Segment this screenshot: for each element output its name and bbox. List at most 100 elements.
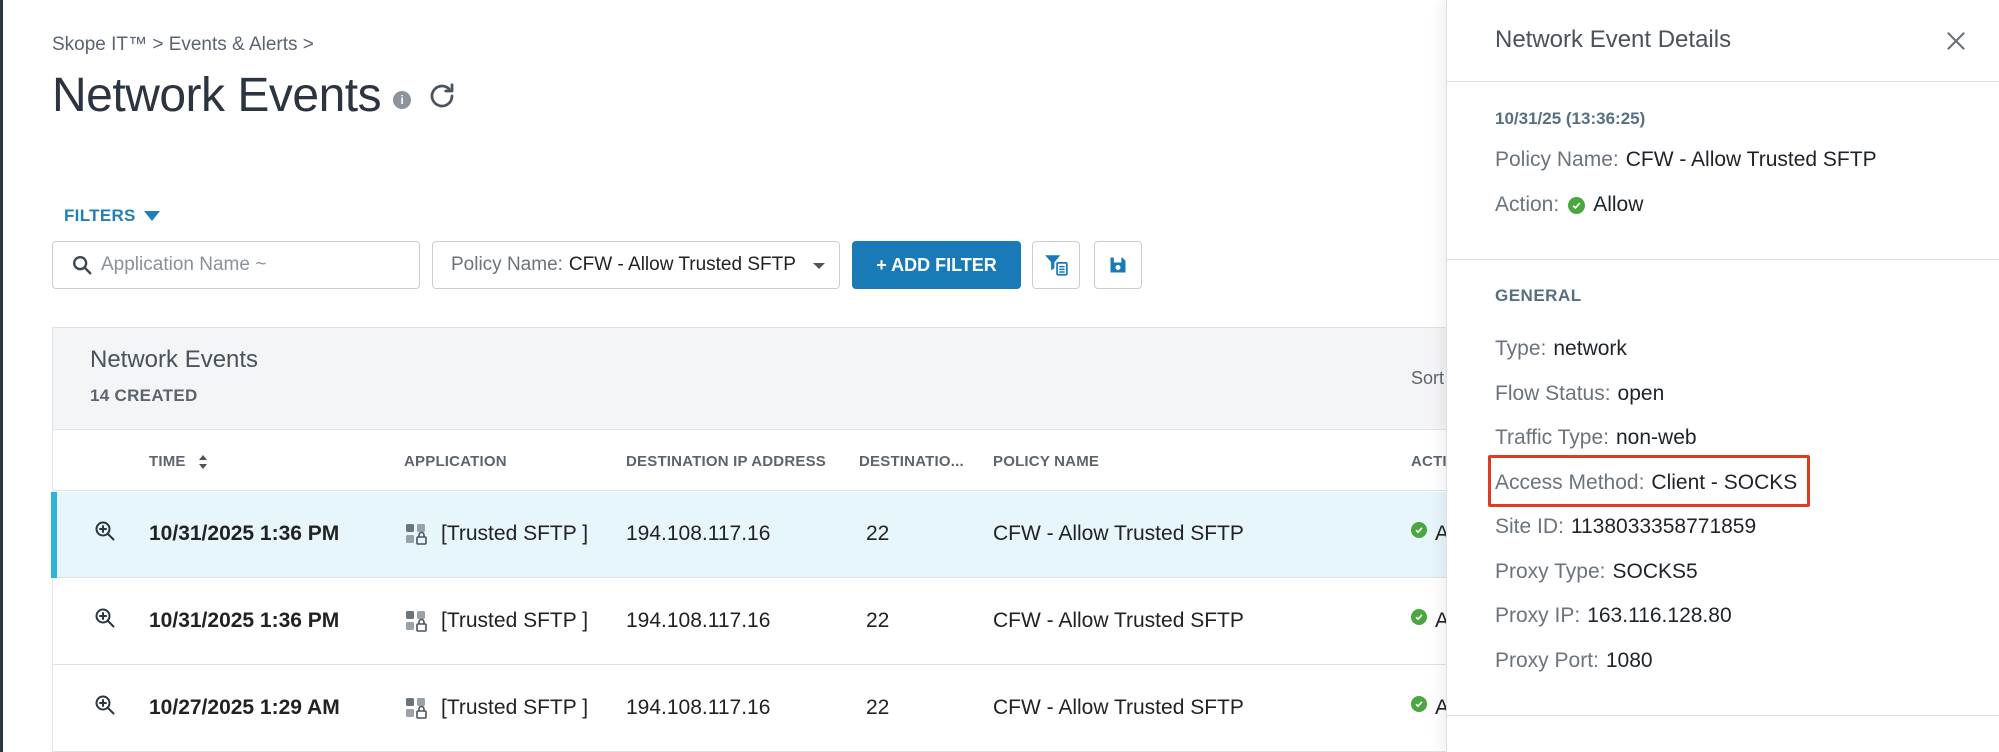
- search-input[interactable]: [101, 254, 401, 276]
- detail-label: Proxy Port:: [1495, 649, 1599, 672]
- cell-destination-port: 22: [866, 609, 890, 632]
- policy-name-value: CFW - Allow Trusted SFTP: [1625, 148, 1877, 171]
- cell-destination-ip: 194.108.117.16: [626, 609, 771, 632]
- policy-filter-value: CFW - Allow Trusted SFTP: [568, 254, 796, 275]
- column-header-destination-port[interactable]: DESTINATIO...: [859, 453, 964, 470]
- column-header-action[interactable]: ACTI: [1411, 453, 1446, 470]
- card-title: Network Events: [90, 346, 259, 373]
- panel-header: Network Event Details: [1447, 0, 1999, 82]
- table-row[interactable]: 10/31/2025 1:36 PM [Trusted SFTP ] 194.1…: [51, 492, 1446, 578]
- app-grid-lock-icon: [406, 524, 427, 545]
- detail-value: Client - SOCKS: [1651, 471, 1798, 494]
- check-circle-icon: [1411, 696, 1427, 712]
- action-row: Action: Allow: [1495, 193, 1643, 217]
- column-header-time-label: TIME: [149, 453, 186, 470]
- detail-value: non-web: [1616, 426, 1697, 449]
- app-grid-lock-icon: [406, 698, 427, 719]
- search-field[interactable]: [52, 241, 420, 289]
- selected-row-indicator: [51, 492, 57, 578]
- check-circle-icon: [1568, 196, 1586, 214]
- app-grid-lock-icon: [406, 611, 427, 632]
- flow-status-row: Flow Status: open: [1495, 382, 1664, 406]
- save-filter-button[interactable]: [1094, 241, 1142, 289]
- column-header-application[interactable]: APPLICATION: [404, 453, 507, 470]
- cell-destination-ip: 194.108.117.16: [626, 522, 771, 545]
- detail-label: Site ID:: [1495, 515, 1564, 538]
- network-events-card: Network Events 14 CREATED Sort TIME APPL…: [51, 327, 1446, 752]
- refresh-icon[interactable]: [425, 79, 459, 113]
- column-header-policy-name[interactable]: POLICY NAME: [993, 453, 1099, 470]
- panel-title: Network Event Details: [1495, 26, 1732, 53]
- event-summary: 10/31/25 (13:36:25) Policy Name: CFW - A…: [1447, 83, 1999, 260]
- add-filter-button[interactable]: + ADD FILTER: [852, 241, 1021, 289]
- site-id-row: Site ID: 1138033358771859: [1495, 515, 1756, 539]
- filter-list-button[interactable]: [1032, 241, 1080, 289]
- cell-time: 10/27/2025 1:29 AM: [149, 696, 340, 719]
- table-row[interactable]: 10/27/2025 1:29 AM [Trusted SFTP ] 194.1…: [53, 666, 1446, 752]
- traffic-type-row: Traffic Type: non-web: [1495, 426, 1697, 450]
- filters-toggle[interactable]: FILTERS: [64, 206, 160, 226]
- column-header-destination-ip[interactable]: DESTINATION IP ADDRESS: [626, 453, 826, 470]
- general-section-title: GENERAL: [1495, 286, 1582, 305]
- detail-value: network: [1553, 337, 1627, 360]
- detail-value: 1080: [1605, 649, 1653, 672]
- cell-application: [Trusted SFTP ]: [441, 609, 589, 632]
- cell-policy-name: CFW - Allow Trusted SFTP: [993, 522, 1244, 545]
- sort-label[interactable]: Sort: [1411, 368, 1444, 389]
- network-event-details-panel: Network Event Details 10/31/25 (13:36:25…: [1446, 0, 1999, 752]
- triangle-down-icon: [143, 211, 160, 221]
- cell-destination-port: 22: [866, 522, 890, 545]
- sort-arrows-icon: [199, 455, 208, 470]
- general-section: GENERAL Type: network Flow Status: open …: [1447, 261, 1999, 716]
- check-circle-icon: [1411, 609, 1427, 625]
- cell-action: A: [1435, 609, 1446, 632]
- save-icon: [1110, 257, 1126, 273]
- detail-value: 163.116.128.80: [1587, 604, 1732, 627]
- card-header: Network Events 14 CREATED Sort: [53, 328, 1446, 430]
- type-row: Type: network: [1495, 337, 1627, 361]
- proxy-ip-row: Proxy IP: 163.116.128.80: [1495, 604, 1732, 628]
- table-row[interactable]: 10/31/2025 1:36 PM [Trusted SFTP ] 194.1…: [53, 579, 1446, 665]
- cell-application: [Trusted SFTP ]: [441, 522, 589, 545]
- policy-filter-label: Policy Name:: [451, 254, 563, 275]
- proxy-type-row: Proxy Type: SOCKS5: [1495, 560, 1698, 584]
- detail-value: 1138033358771859: [1570, 515, 1757, 538]
- events-count: 14 CREATED: [90, 386, 198, 405]
- main-content: Skope IT™ > Events & Alerts > Network Ev…: [0, 0, 1446, 752]
- zoom-in-icon[interactable]: [93, 693, 117, 717]
- detail-value: open: [1617, 382, 1665, 405]
- detail-label: Traffic Type:: [1495, 426, 1609, 449]
- zoom-in-icon[interactable]: [93, 606, 117, 630]
- column-header-time[interactable]: TIME: [149, 453, 208, 470]
- cell-time: 10/31/2025 1:36 PM: [149, 609, 340, 632]
- action-value: Allow: [1593, 193, 1644, 216]
- cell-destination-ip: 194.108.117.16: [626, 696, 771, 719]
- detail-label: Access Method:: [1495, 471, 1645, 494]
- action-label: Action:: [1495, 193, 1560, 216]
- page-title-row: Network Events i: [52, 66, 459, 124]
- info-icon[interactable]: i: [393, 91, 412, 109]
- policy-name-filter[interactable]: Policy Name: CFW - Allow Trusted SFTP: [432, 241, 840, 289]
- cell-application: [Trusted SFTP ]: [441, 696, 589, 719]
- detail-label: Type:: [1495, 337, 1547, 360]
- check-circle-icon: [1411, 522, 1427, 538]
- close-icon[interactable]: [1943, 28, 1969, 54]
- detail-label: Proxy Type:: [1495, 560, 1606, 583]
- page-title: Network Events: [52, 68, 382, 122]
- cell-policy-name: CFW - Allow Trusted SFTP: [993, 696, 1244, 719]
- filter-list-icon: [1045, 255, 1068, 276]
- detail-value: SOCKS5: [1612, 560, 1698, 583]
- breadcrumb[interactable]: Skope IT™ > Events & Alerts >: [52, 34, 314, 56]
- detail-label: Flow Status:: [1495, 382, 1611, 405]
- cell-action: A: [1435, 522, 1446, 545]
- cell-policy-name: CFW - Allow Trusted SFTP: [993, 609, 1244, 632]
- event-timestamp: 10/31/25 (13:36:25): [1495, 109, 1646, 128]
- cell-destination-port: 22: [866, 696, 890, 719]
- cell-action: A: [1435, 696, 1446, 719]
- proxy-port-row: Proxy Port: 1080: [1495, 649, 1653, 673]
- filters-toggle-label: FILTERS: [64, 206, 136, 225]
- search-icon: [73, 256, 92, 275]
- zoom-in-icon[interactable]: [93, 519, 117, 543]
- cell-time: 10/31/2025 1:36 PM: [149, 522, 340, 545]
- caret-down-icon: [813, 263, 825, 269]
